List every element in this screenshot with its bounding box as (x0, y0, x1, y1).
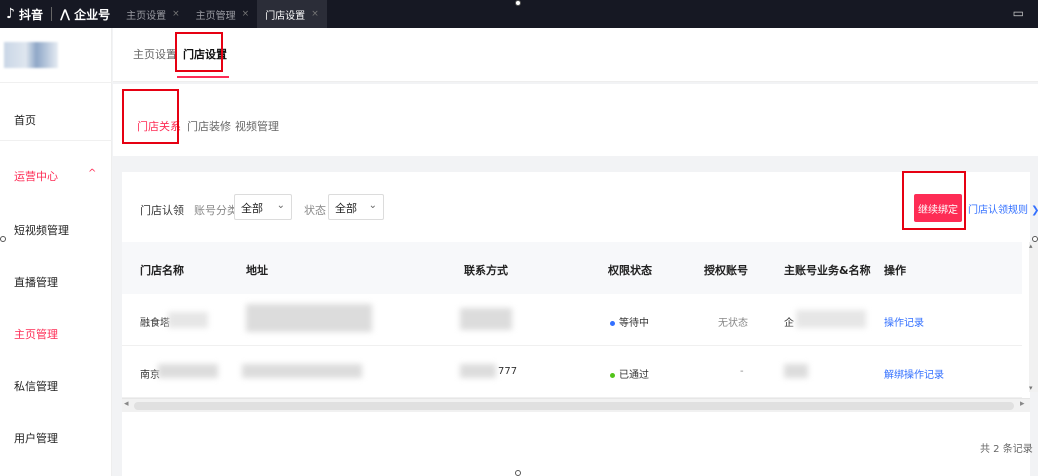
tab-homepage-settings[interactable]: 主页设置 (133, 46, 177, 62)
cell-main-account: 企 (784, 318, 794, 329)
total-records: 共 2 条记录 (980, 444, 1033, 455)
scrollbar-thumb[interactable] (134, 402, 1014, 410)
brand: ♪ 抖音 ⋀ 企业号 (0, 0, 110, 28)
filter-bar: 门店认领 账号分类 全部 ⌄ 状态 全部 ⌄ 继续绑定 门店认领规则 ❯ (122, 172, 1038, 242)
sidebar-item-live[interactable]: 直播管理 (14, 274, 58, 290)
account-type-label: 账号分类 (194, 204, 238, 217)
account-type-value: 全部 (241, 202, 263, 215)
top-tabs: 主页设置 × 主页管理 × 门店设置 × (118, 0, 327, 28)
cell-contact: 777 (498, 366, 518, 377)
sidebar-item-home[interactable]: 首页 (14, 112, 36, 128)
resize-handle[interactable] (0, 236, 6, 242)
scroll-up-icon[interactable]: ▴ (1029, 242, 1033, 250)
enterprise-logo-icon: ⋀ (59, 7, 71, 21)
redacted-text (168, 312, 208, 328)
col-actions: 操作 (884, 264, 906, 277)
tab-store-decoration[interactable]: 门店装修 (187, 118, 231, 134)
cell-permission-status: 等待中 (610, 314, 649, 329)
sidebar-item-messages[interactable]: 私信管理 (14, 378, 58, 394)
unbind-link[interactable]: 解绑 (884, 366, 904, 381)
brand-enterprise: 企业号 (74, 7, 111, 22)
tab-store-settings[interactable]: 门店设置 (183, 46, 227, 62)
col-contact: 联系方式 (464, 264, 508, 277)
sidebar: 首页 运营中心 ^ 短视频管理 直播管理 主页管理 私信管理 用户管理 (0, 28, 112, 476)
operation-log-link[interactable]: 操作记录 (884, 314, 924, 329)
chevron-down-icon: ⌄ (368, 200, 377, 211)
top-tab-homepage-management[interactable]: 主页管理 × (188, 0, 258, 28)
store-auth-label: 门店认领 (140, 204, 184, 217)
top-tab-store-settings[interactable]: 门店设置 × (257, 0, 327, 28)
col-main-account: 主账号业务&名称 (784, 264, 871, 277)
scroll-down-icon[interactable]: ▾ (1029, 384, 1033, 392)
status-text: 等待中 (619, 318, 649, 329)
status-text: 已通过 (619, 370, 649, 381)
redacted-text (158, 364, 218, 378)
brand-tiktok: 抖音 (18, 7, 43, 22)
table-row: 南京 777 已通过 - 解绑 操作记录 (122, 346, 1022, 398)
top-tab-label: 主页管理 (195, 10, 236, 22)
top-tab-label: 门店设置 (265, 10, 306, 22)
top-tab-homepage-settings[interactable]: 主页设置 × (118, 0, 188, 28)
store-relations-panel: 门店认领 账号分类 全部 ⌄ 状态 全部 ⌄ 继续绑定 门店认领规则 ❯ 门店名… (122, 172, 1038, 476)
vertical-scrollbar[interactable]: ▴ ▾ (1029, 242, 1038, 392)
operation-log-link[interactable]: 操作记录 (904, 366, 944, 381)
col-store-name: 门店名称 (140, 264, 184, 277)
status-label: 状态 (304, 204, 326, 217)
resize-handle[interactable] (515, 470, 521, 476)
redacted-contact (460, 364, 496, 378)
continue-bind-button[interactable]: 继续绑定 (914, 194, 962, 222)
redacted-contact (460, 308, 512, 330)
sidebar-item-users[interactable]: 用户管理 (14, 430, 58, 446)
sub-nav: 主页设置 门店设置 (113, 28, 1038, 82)
table-header: 门店名称 地址 联系方式 权限状态 授权账号 主账号业务&名称 操作 (122, 242, 1022, 294)
col-permission-status: 权限状态 (608, 264, 652, 277)
sidebar-divider (0, 82, 112, 83)
redacted-main-account (796, 310, 866, 328)
resize-handle[interactable] (515, 0, 521, 6)
store-auth-rules-link[interactable]: 门店认领规则 ❯ (968, 201, 1038, 216)
cell-auth-account: - (740, 366, 744, 377)
redacted-address (246, 304, 372, 332)
sidebar-divider (0, 140, 112, 141)
close-icon[interactable]: × (311, 9, 319, 19)
redacted-address (242, 364, 362, 378)
avatar[interactable] (4, 42, 58, 68)
top-tab-label: 主页设置 (126, 10, 167, 22)
redacted-main-account (784, 364, 808, 378)
status-dot-icon (610, 320, 615, 326)
resize-handle[interactable] (1032, 236, 1038, 242)
horizontal-scrollbar[interactable]: ◂ ▸ (122, 398, 1030, 412)
col-auth-account: 授权账号 (704, 264, 748, 277)
sidebar-item-operations-center[interactable]: 运营中心 (14, 168, 58, 184)
sidebar-item-homepage[interactable]: 主页管理 (14, 326, 58, 342)
active-tab-indicator (177, 76, 229, 78)
cell-store-name: 南京 (140, 370, 160, 381)
chevron-down-icon: ⌄ (276, 200, 285, 211)
col-address: 地址 (246, 264, 268, 277)
status-value: 全部 (335, 202, 357, 215)
window-icon[interactable]: ▭ (1013, 6, 1024, 20)
status-dot-icon (610, 372, 615, 378)
scroll-left-icon[interactable]: ◂ (124, 399, 129, 409)
status-select[interactable]: 全部 ⌄ (328, 194, 384, 220)
sidebar-item-short-video[interactable]: 短视频管理 (14, 222, 69, 238)
scroll-right-icon[interactable]: ▸ (1020, 399, 1025, 409)
brand-divider (50, 7, 52, 21)
inner-tabs: 门店关系 门店装修 视频管理 (113, 84, 1038, 156)
account-type-select[interactable]: 全部 ⌄ (234, 194, 292, 220)
table-row: 融食塔 等待中 无状态 企 操作记录 (122, 294, 1022, 346)
cell-auth-account: 无状态 (718, 318, 748, 329)
tab-video-management[interactable]: 视频管理 (235, 118, 279, 134)
close-icon[interactable]: × (242, 9, 250, 19)
cell-store-name: 融食塔 (140, 318, 170, 329)
close-icon[interactable]: × (172, 9, 180, 19)
cell-permission-status: 已通过 (610, 366, 649, 381)
tiktok-logo-icon: ♪ (6, 6, 15, 22)
chevron-up-icon[interactable]: ^ (88, 168, 96, 179)
tab-store-relations[interactable]: 门店关系 (137, 118, 181, 134)
